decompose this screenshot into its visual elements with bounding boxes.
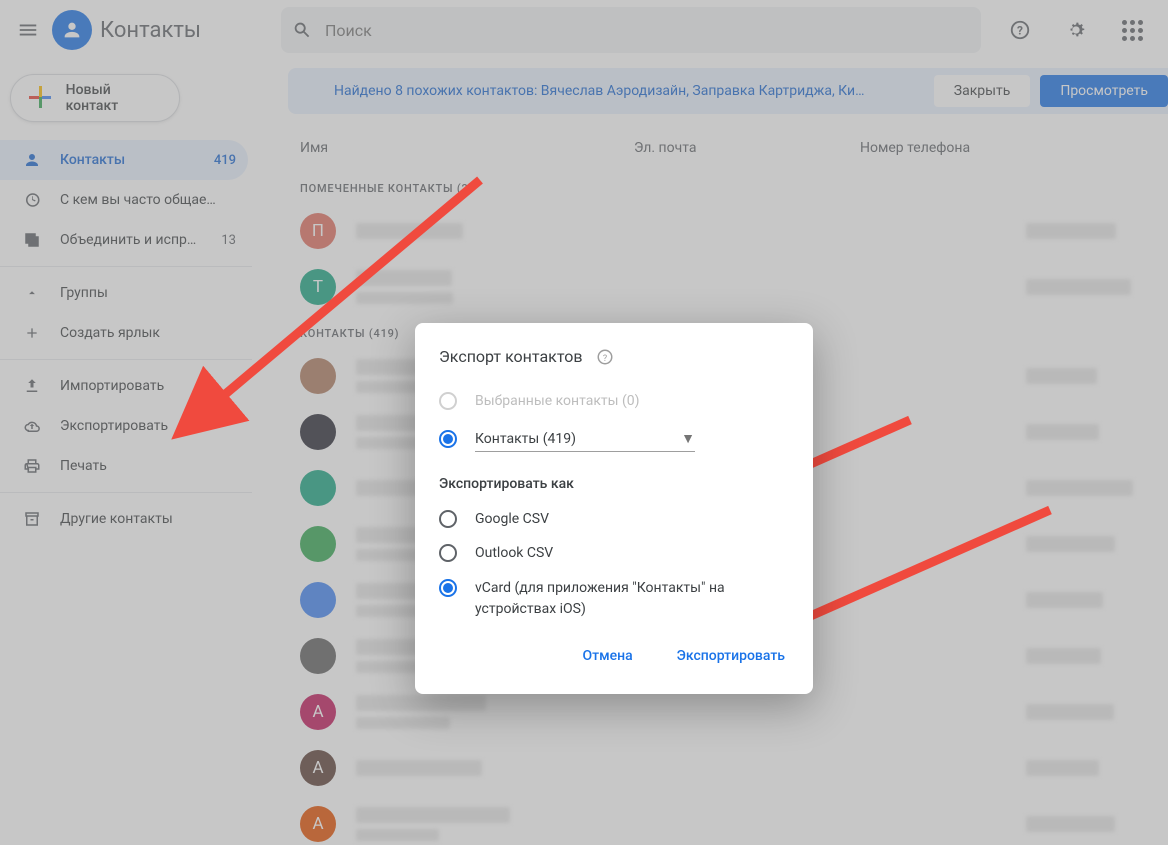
radio-label: Выбранные контакты (0) (475, 393, 789, 409)
radio-google-csv[interactable]: Google CSV (439, 510, 789, 528)
radio-all-contacts[interactable]: Контакты (419) ▼ (439, 426, 789, 452)
radio-icon (439, 430, 457, 448)
dialog-title: Экспорт контактов (439, 347, 582, 366)
radio-icon (439, 544, 457, 562)
export-button[interactable]: Экспортировать (673, 642, 789, 670)
radio-label: Google CSV (475, 511, 789, 527)
radio-outlook-csv[interactable]: Outlook CSV (439, 544, 789, 562)
radio-icon (439, 579, 457, 597)
help-icon[interactable]: ? (596, 348, 614, 366)
radio-icon (439, 392, 457, 410)
export-as-label: Экспортировать как (439, 476, 789, 492)
radio-selected-contacts: Выбранные контакты (0) (439, 392, 789, 410)
svg-text:?: ? (603, 353, 607, 363)
radio-vcard[interactable]: vCard (для приложения "Контакты" на устр… (439, 578, 789, 620)
dropdown-value: Контакты (419) (475, 431, 576, 447)
chevron-down-icon: ▼ (681, 430, 695, 447)
radio-label: vCard (для приложения "Контакты" на устр… (475, 578, 789, 620)
export-dialog: Экспорт контактов ? Выбранные контакты (… (415, 323, 813, 694)
contacts-dropdown[interactable]: Контакты (419) ▼ (475, 426, 695, 452)
radio-label: Outlook CSV (475, 545, 789, 561)
cancel-button[interactable]: Отмена (578, 642, 636, 670)
radio-icon (439, 510, 457, 528)
